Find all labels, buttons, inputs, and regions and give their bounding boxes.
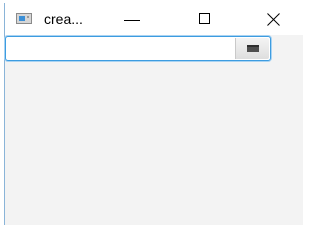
close-icon — [267, 12, 281, 26]
date-picker — [5, 36, 271, 61]
close-button[interactable] — [251, 3, 297, 35]
minimize-icon — [124, 20, 140, 21]
maximize-icon — [199, 13, 210, 24]
maximize-button[interactable] — [184, 3, 230, 35]
window-title: crea... — [44, 11, 83, 27]
date-input[interactable] — [7, 38, 235, 59]
app-window: crea... — [4, 3, 304, 225]
minimize-button[interactable] — [112, 3, 158, 35]
calendar-icon — [247, 45, 259, 52]
title-bar[interactable]: crea... — [5, 3, 304, 35]
calendar-button[interactable] — [235, 38, 269, 59]
app-icon — [16, 13, 32, 24]
